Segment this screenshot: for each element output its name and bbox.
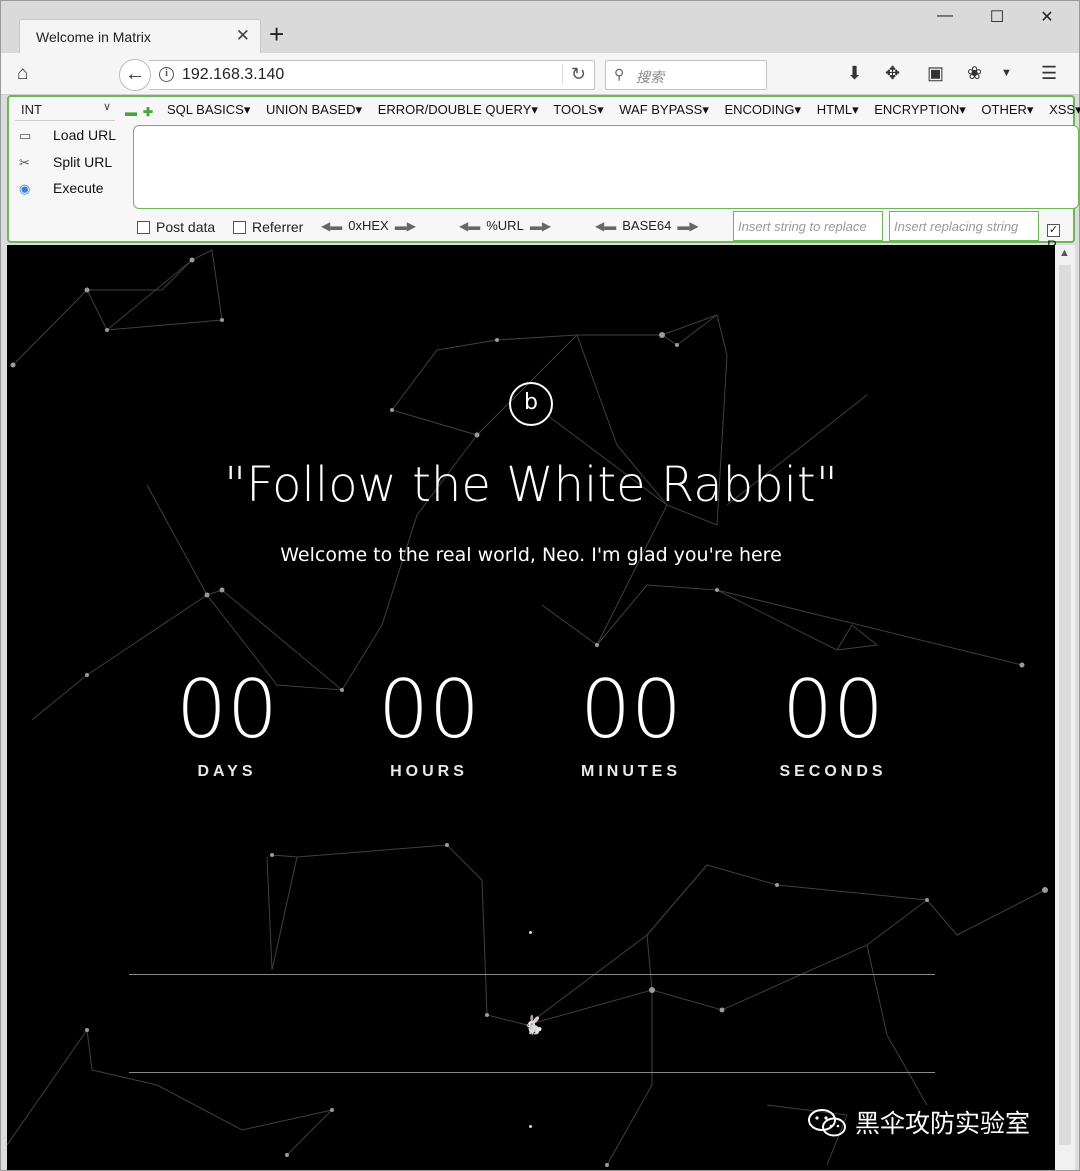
menu-encryption[interactable]: ENCRYPTION▾ <box>874 102 966 117</box>
extension-icon[interactable]: ✥ <box>885 63 900 84</box>
info-icon[interactable]: i <box>159 67 174 82</box>
menu-union-based[interactable]: UNION BASED▾ <box>266 102 362 117</box>
web-page-content: b "Follow the White Rabbit" Welcome to t… <box>7 245 1055 1170</box>
home-icon[interactable]: ⌂ <box>17 63 28 85</box>
countdown-seconds-value: 00 <box>782 663 884 756</box>
load-icon: ▭ <box>19 128 32 143</box>
url-textarea[interactable] <box>133 125 1079 209</box>
minus-icon[interactable]: ▬ <box>125 105 137 119</box>
split-url-button[interactable]: ✂ Split URL <box>19 154 112 171</box>
type-select-value: INT <box>21 102 42 117</box>
reload-icon[interactable]: ↻ <box>561 64 586 85</box>
logo-badge: b <box>509 382 553 426</box>
search-placeholder: 搜索 <box>636 69 664 85</box>
menu-waf-bypass[interactable]: WAF BYPASS▾ <box>619 102 709 117</box>
menu-html[interactable]: HTML▾ <box>817 102 859 117</box>
checkbox-checked-icon[interactable]: ✓ <box>1047 224 1060 237</box>
new-tab-button[interactable]: + <box>269 21 284 47</box>
hackbar-menu: SQL BASICS▾ UNION BASED▾ ERROR/DOUBLE QU… <box>167 102 1080 118</box>
hex-encoder[interactable]: ◀▬ 0xHEX ▬▶ <box>315 218 422 233</box>
menu-error-double-query[interactable]: ERROR/DOUBLE QUERY▾ <box>378 102 538 117</box>
hackbar-panel: INT ∨ ▬ ✚ SQL BASICS▾ UNION BASED▾ ERROR… <box>7 95 1080 253</box>
browser-tab[interactable]: Welcome in Matrix ✕ <box>19 19 261 53</box>
arrow-left-icon[interactable]: ◀▬ <box>459 219 480 233</box>
referrer-checkbox[interactable]: Referrer <box>233 219 303 235</box>
countdown-days-label: DAYS <box>197 763 257 780</box>
checkbox-icon[interactable] <box>233 221 246 234</box>
countdown-minutes-label: MINUTES <box>581 763 681 780</box>
search-icon: ⚲ <box>614 66 625 82</box>
browser-window: Welcome in Matrix ✕ + — ☐ ✕ ⌂ i 192.168.… <box>0 0 1080 1171</box>
replacing-string-input[interactable]: Insert replacing string <box>889 211 1039 241</box>
marker-dot <box>529 931 532 934</box>
countdown-hours-value: 00 <box>378 663 480 756</box>
countdown-days: 00 DAYS <box>147 665 307 781</box>
replace-string-input[interactable]: Insert string to replace <box>733 211 883 241</box>
menu-tools[interactable]: TOOLS▾ <box>553 102 603 117</box>
search-input[interactable]: ⚲ 搜索 <box>605 60 767 90</box>
menu-encoding[interactable]: ENCODING▾ <box>724 102 801 117</box>
watermark-text: 黑伞攻防实验室 <box>855 1109 1031 1138</box>
maximize-button[interactable]: ☐ <box>977 7 1017 27</box>
watermark: 黑伞攻防实验室 <box>807 1104 1030 1144</box>
overflow-chevron-icon[interactable]: ▼ <box>1001 67 1012 79</box>
tab-close-icon[interactable]: ✕ <box>236 26 250 46</box>
arrow-right-icon[interactable]: ▬▶ <box>530 219 551 233</box>
arrow-right-icon[interactable]: ▬▶ <box>677 219 698 233</box>
countdown-minutes: 00 MINUTES <box>551 665 711 781</box>
addon-icon[interactable]: ❀ <box>967 63 982 84</box>
load-url-button[interactable]: ▭ Load URL <box>19 127 116 144</box>
chevron-down-icon: ∨ <box>102 101 111 113</box>
menu-sql-basics[interactable]: SQL BASICS▾ <box>167 102 250 117</box>
type-select[interactable]: INT ∨ <box>15 99 115 121</box>
download-icon[interactable]: ⬇ <box>847 63 862 84</box>
rabbit-icon[interactable]: 🐇 <box>522 1015 544 1036</box>
page-title: "Follow the White Rabbit" <box>224 457 838 513</box>
wechat-icon <box>808 1109 846 1137</box>
post-data-checkbox[interactable]: Post data <box>137 219 215 235</box>
checkbox-icon[interactable] <box>137 221 150 234</box>
close-window-button[interactable]: ✕ <box>1027 7 1067 27</box>
menu-other[interactable]: OTHER▾ <box>981 102 1033 117</box>
page-subtitle: Welcome to the real world, Neo. I'm glad… <box>280 544 782 566</box>
tab-title: Welcome in Matrix <box>36 29 151 45</box>
menu-icon[interactable]: ☰ <box>1041 63 1057 84</box>
marker-dot <box>529 1125 532 1128</box>
scroll-up-icon[interactable]: ▲ <box>1059 247 1070 259</box>
menu-xss[interactable]: XSS▾ <box>1049 102 1080 117</box>
sidebar-icon[interactable]: ▣ <box>927 63 944 84</box>
base64-encoder[interactable]: ◀▬ BASE64 ▬▶ <box>589 218 705 233</box>
url-text[interactable]: 192.168.3.140 <box>182 66 284 84</box>
minimize-button[interactable]: — <box>925 7 965 25</box>
navigation-bar: ⌂ i 192.168.3.140 ↻ ← ⚲ 搜索 ⬇ ✥ ▣ ❀ ▼ ☰ <box>1 53 1079 95</box>
divider-top <box>129 974 935 975</box>
plus-icon[interactable]: ✚ <box>143 105 153 119</box>
scissors-icon: ✂ <box>19 155 30 170</box>
execute-button[interactable]: ◉ Execute <box>19 180 104 197</box>
url-bar[interactable]: i 192.168.3.140 ↻ <box>149 60 595 90</box>
back-button[interactable]: ← <box>119 59 151 91</box>
arrow-left-icon[interactable]: ◀▬ <box>321 219 342 233</box>
scroll-thumb[interactable] <box>1059 265 1071 1145</box>
arrow-left-icon[interactable]: ◀▬ <box>595 219 616 233</box>
url-encoder[interactable]: ◀▬ %URL ▬▶ <box>453 218 557 233</box>
countdown-minutes-value: 00 <box>580 663 682 756</box>
arrow-right-icon[interactable]: ▬▶ <box>395 219 416 233</box>
title-bar: Welcome in Matrix ✕ + — ☐ ✕ <box>1 1 1079 53</box>
divider-bottom <box>129 1072 935 1073</box>
countdown-hours-label: HOURS <box>390 763 468 780</box>
countdown-days-value: 00 <box>176 663 278 756</box>
countdown-seconds-label: SECONDS <box>779 763 887 780</box>
countdown-hours: 00 HOURS <box>349 665 509 781</box>
play-icon: ◉ <box>19 181 31 196</box>
countdown-seconds: 00 SECONDS <box>753 665 913 781</box>
vertical-scrollbar[interactable]: ▲ <box>1055 245 1075 1170</box>
